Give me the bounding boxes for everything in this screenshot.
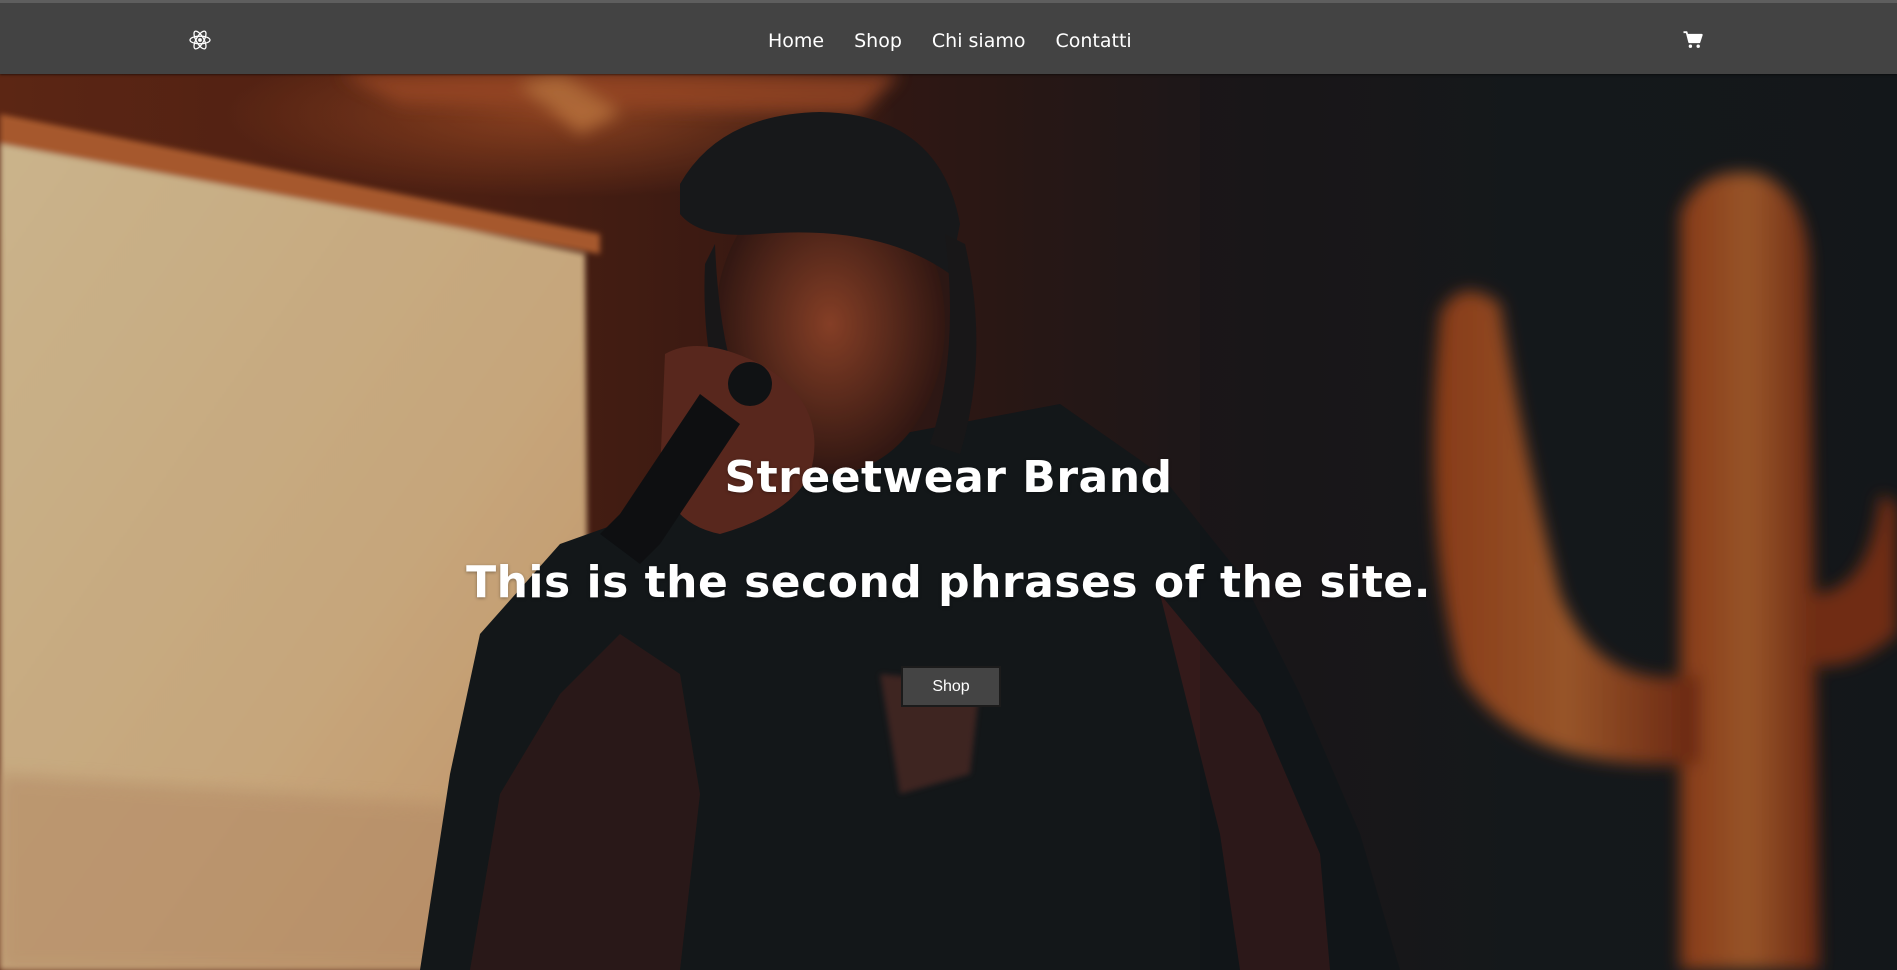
nav-link-chi-siamo[interactable]: Chi siamo — [932, 29, 1026, 53]
nav-links: Home Shop Chi siamo Contatti — [768, 29, 1132, 53]
navbar: Home Shop Chi siamo Contatti — [0, 0, 1897, 74]
nav-link-home[interactable]: Home — [768, 29, 824, 53]
page: Home Shop Chi siamo Contatti Streetwear … — [0, 0, 1897, 970]
hero-section: Streetwear Brand This is the second phra… — [0, 74, 1897, 970]
hero-overlay — [0, 74, 1897, 970]
nav-link-contatti[interactable]: Contatti — [1056, 29, 1132, 53]
hero-shop-button[interactable]: Shop — [901, 666, 1001, 707]
nav-link-shop[interactable]: Shop — [854, 29, 902, 53]
hero-title: Streetwear Brand — [724, 452, 1173, 503]
shopping-cart-icon[interactable] — [1683, 31, 1703, 49]
react-atom-icon[interactable] — [187, 27, 213, 53]
hero-subtitle: This is the second phrases of the site. — [466, 557, 1431, 608]
